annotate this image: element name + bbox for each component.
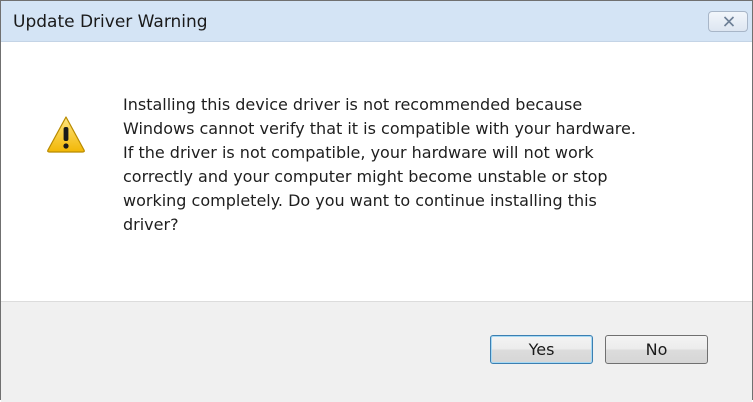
no-button[interactable]: No: [605, 335, 708, 364]
yes-button[interactable]: Yes: [490, 335, 593, 364]
button-bar: Yes No: [1, 301, 752, 402]
close-icon: [723, 16, 735, 27]
dialog-title: Update Driver Warning: [13, 12, 208, 32]
update-driver-warning-dialog: Update Driver Warning Installing this de…: [0, 0, 753, 402]
title-bar[interactable]: Update Driver Warning: [1, 1, 752, 42]
dialog-body: Installing this device driver is not rec…: [1, 42, 752, 301]
close-button[interactable]: [708, 11, 748, 32]
warning-message: Installing this device driver is not rec…: [123, 95, 636, 234]
warning-icon: [47, 116, 85, 153]
